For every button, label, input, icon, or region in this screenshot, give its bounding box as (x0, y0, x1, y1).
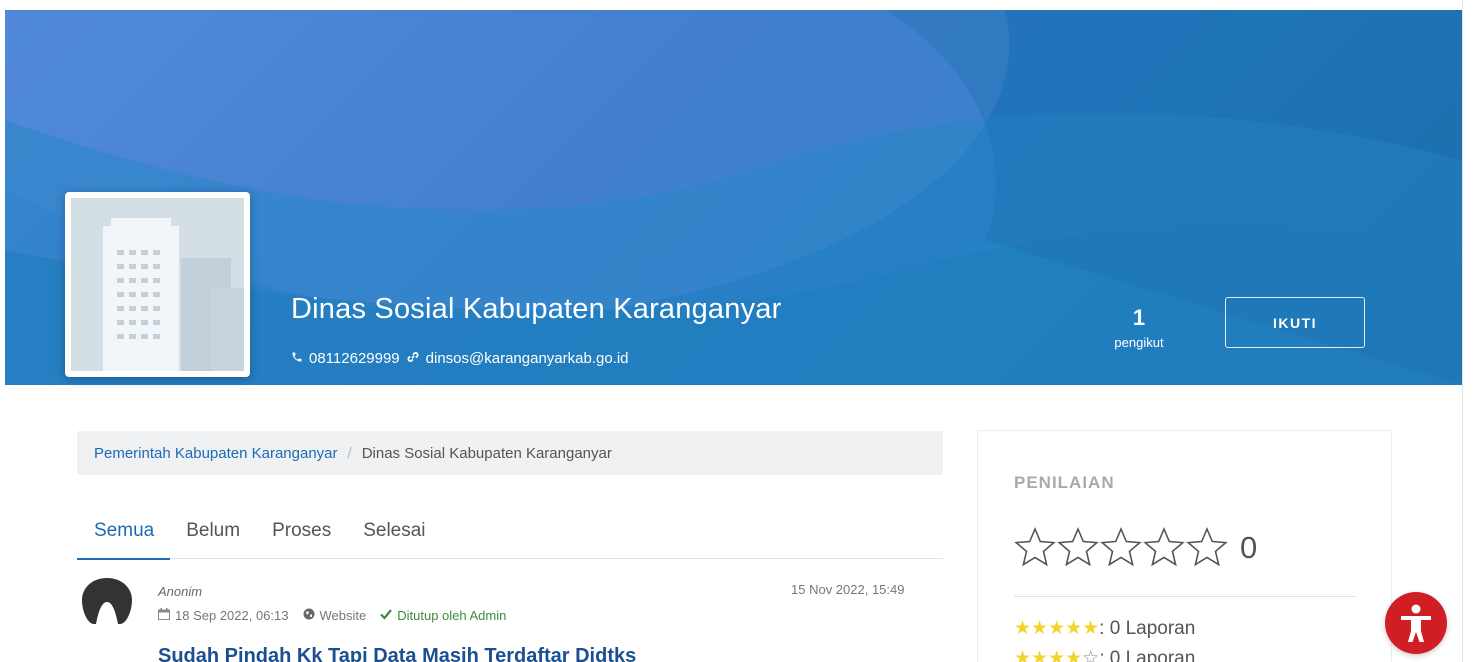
avatar (80, 578, 134, 624)
tab-semua[interactable]: Semua (77, 510, 171, 560)
rating-row-5-stars: ★★★★★ : 0 Laporan (1014, 617, 1195, 640)
rating-title: PENILAIAN (1014, 473, 1115, 492)
post-date: 18 Sep 2022, 06:13 (158, 608, 289, 623)
follower-label: pengikut (1114, 335, 1164, 350)
page-scrollbar[interactable] (1462, 0, 1473, 662)
check-icon (380, 608, 393, 623)
post-channel-text: Website (319, 608, 367, 623)
phone-icon (291, 351, 303, 366)
star-4-icons: ★★★★ (1014, 648, 1083, 662)
rating-row-5-text: : 0 Laporan (1099, 617, 1196, 639)
building-icon (103, 218, 244, 371)
empty-stars-icon (1014, 526, 1228, 567)
accessibility-button[interactable] (1385, 592, 1447, 654)
follower-number: 1 (1132, 305, 1146, 330)
follow-button[interactable]: IKUTI (1225, 297, 1365, 348)
post-date-text: 18 Sep 2022, 06:13 (175, 608, 289, 623)
tab-selesai[interactable]: Selesai (347, 510, 441, 559)
accessibility-icon (1401, 604, 1431, 642)
rating-row-4-text: : 0 Laporan (1099, 647, 1196, 662)
calendar-icon (158, 608, 170, 623)
org-name: Dinas Sosial Kabupaten Karanganyar (291, 293, 782, 325)
rating-card: PENILAIAN 0 ★★★★★ : 0 Laporan ★★★★ ☆ : 0 … (977, 430, 1392, 662)
report-status-tabs: Semua Belum Proses Selesai (77, 510, 943, 560)
post-title-link[interactable]: Sudah Pindah Kk Tapi Data Masih Terdafta… (158, 645, 636, 662)
post-status: Ditutup oleh Admin (380, 608, 506, 623)
rating-divider (1014, 596, 1356, 597)
tab-belum[interactable]: Belum (170, 510, 256, 559)
breadcrumb: Pemerintah Kabupaten Karanganyar / Dinas… (77, 431, 943, 475)
phone-number[interactable]: 08112629999 (309, 350, 400, 367)
post-channel: Website (303, 608, 367, 623)
followers-count: 1 pengikut (1108, 305, 1170, 350)
post-updated-time: 15 Nov 2022, 15:49 (791, 582, 905, 597)
building-placeholder-image (71, 198, 244, 371)
globe-icon (303, 608, 315, 623)
breadcrumb-separator: / (347, 444, 352, 462)
breadcrumb-current: Dinas Sosial Kabupaten Karanganyar (361, 444, 612, 462)
email-address[interactable]: dinsos@karanganyarkab.go.id (426, 350, 629, 367)
anonymous-avatar-icon (82, 578, 132, 624)
link-icon (406, 350, 420, 367)
org-logo (65, 192, 250, 377)
star-empty-icon: ☆ (1082, 648, 1100, 662)
rating-row-4-stars: ★★★★ ☆ : 0 Laporan (1014, 647, 1195, 662)
org-contact: 08112629999 dinsos@karanganyarkab.go.id (291, 350, 629, 367)
star-5-icons: ★★★★★ (1014, 618, 1100, 639)
rating-summary: 0 (1014, 526, 1257, 570)
tab-proses[interactable]: Proses (256, 510, 347, 559)
top-strip (0, 0, 1473, 10)
post-meta: 18 Sep 2022, 06:13 Website Ditutup oleh … (158, 608, 506, 623)
breadcrumb-parent-link[interactable]: Pemerintah Kabupaten Karanganyar (94, 445, 338, 462)
post-status-text: Ditutup oleh Admin (397, 608, 507, 623)
post-author: Anonim (158, 584, 203, 599)
rating-score: 0 (1240, 530, 1258, 565)
